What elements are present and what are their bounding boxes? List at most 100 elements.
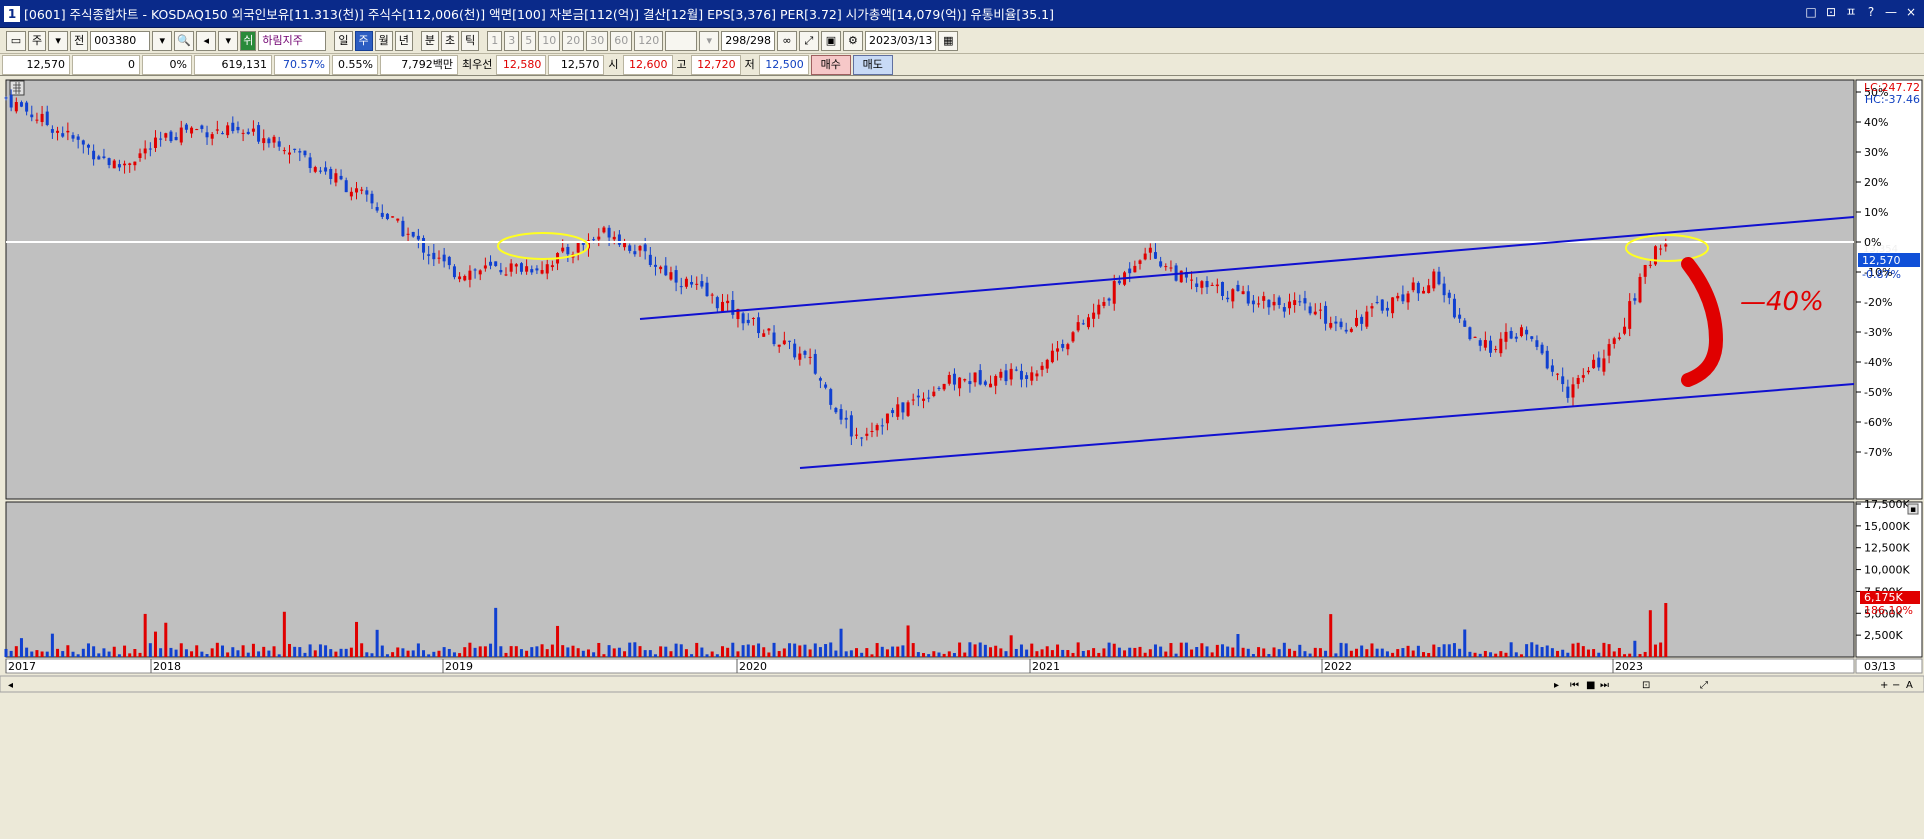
- app-icon[interactable]: 1: [4, 5, 20, 22]
- pin-icon[interactable]: ㅍ: [1844, 5, 1858, 19]
- search-icon[interactable]: 🔍: [174, 30, 195, 51]
- minute-120[interactable]: 120: [634, 30, 664, 51]
- volume-bar: [664, 646, 668, 657]
- open-label: 시: [608, 57, 619, 71]
- save-icon[interactable]: ▣: [820, 30, 841, 51]
- zoom-area-icon[interactable]: ⊡: [1642, 680, 1650, 691]
- minute-5[interactable]: 5: [521, 30, 537, 51]
- best-quote-label: 최우선: [462, 57, 493, 71]
- main-toolbar: ▭ 주 ▾ 전 003380 ▾ 🔍 ◂ ▾ 쉬 하림지주 일 주 월 년 분 …: [0, 28, 1924, 54]
- candle-body: [483, 265, 487, 269]
- zoom-out-icon[interactable]: −: [1892, 680, 1900, 691]
- tile-icon[interactable]: ⊡: [1824, 5, 1838, 19]
- chart-type-icon[interactable]: ▭: [6, 30, 26, 51]
- candle-body: [1411, 282, 1415, 291]
- volume-bar: [71, 651, 75, 657]
- help-icon[interactable]: ?: [1864, 5, 1878, 19]
- candle-body: [519, 263, 523, 272]
- candle-body: [257, 125, 261, 142]
- period-week[interactable]: 주: [354, 30, 373, 51]
- chevron-down-icon[interactable]: ▾: [48, 30, 69, 51]
- mode-select[interactable]: 주: [28, 30, 47, 51]
- zoom-in-icon[interactable]: +: [1880, 680, 1888, 691]
- font-size-icon[interactable]: A: [1906, 680, 1913, 691]
- step-forward-icon[interactable]: ⏭: [1600, 680, 1609, 691]
- speaker-icon[interactable]: ◂: [196, 30, 217, 51]
- stock-name-field[interactable]: 하림지주: [258, 30, 327, 51]
- volume-bar: [427, 654, 431, 657]
- volume-bar: [1519, 654, 1523, 657]
- code-dropdown-icon[interactable]: ▾: [152, 30, 173, 51]
- volume-bar: [767, 652, 771, 657]
- candle-body: [880, 425, 884, 427]
- draw-tools-icon[interactable]: ⤢: [1700, 680, 1708, 691]
- restore-icon[interactable]: □: [1804, 5, 1818, 19]
- minute-3[interactable]: 3: [504, 30, 520, 51]
- candle-body: [885, 413, 889, 424]
- buy-button[interactable]: 매수: [810, 54, 851, 75]
- volume-bar: [844, 651, 848, 657]
- stock-code-input[interactable]: 003380: [90, 30, 151, 51]
- bottom-scroll-bar[interactable]: [0, 675, 1924, 693]
- candle-body: [540, 270, 544, 274]
- scroll-left-icon[interactable]: ◂: [8, 680, 13, 691]
- period-day[interactable]: 일: [334, 30, 353, 51]
- volume-bar: [1411, 650, 1415, 657]
- candle-body: [1653, 246, 1657, 265]
- chart-area[interactable]: —40% 13,354 50% 40% 30% 20% 10% 0% -10% -20% -30…: [0, 78, 1924, 836]
- stock-chart-svg[interactable]: —40% 13,354 50%40%30%20%10%0%-10%-20%-30…: [0, 78, 1924, 836]
- link-icon[interactable]: ∞: [776, 30, 797, 51]
- candle-body: [349, 191, 353, 197]
- minute-1[interactable]: 1: [487, 30, 503, 51]
- crosshair-icon[interactable]: ⤢: [798, 30, 819, 51]
- volume-bar: [123, 645, 127, 657]
- data-count[interactable]: 298/298: [721, 30, 775, 51]
- close-icon[interactable]: ×: [1904, 5, 1918, 19]
- volume-bar: [1138, 646, 1142, 657]
- step-back-icon[interactable]: ⏮: [1570, 680, 1579, 691]
- candle-body: [1643, 265, 1647, 277]
- candle-body: [710, 294, 714, 296]
- custom-interval-input[interactable]: [665, 30, 698, 51]
- volume-bar: [112, 646, 116, 657]
- volume-bar: [932, 651, 936, 657]
- minute-10[interactable]: 10: [538, 30, 561, 51]
- interval-minute[interactable]: 분: [420, 30, 439, 51]
- calendar-icon[interactable]: ▦: [938, 30, 959, 51]
- scope-select[interactable]: 전: [70, 30, 89, 51]
- price-tick-label: -50%: [1864, 386, 1892, 399]
- scroll-start-icon[interactable]: ▸: [1554, 680, 1559, 691]
- candle-body: [1380, 299, 1384, 311]
- minute-60[interactable]: 60: [610, 30, 633, 51]
- candle-body: [1071, 332, 1075, 342]
- trade-amount: 7,792백만: [380, 54, 458, 75]
- list-dropdown-icon[interactable]: ▾: [218, 30, 239, 51]
- candle-body: [205, 132, 209, 138]
- gear-icon[interactable]: ⚙: [842, 30, 863, 51]
- interval-tick[interactable]: 틱: [461, 30, 480, 51]
- candle-body: [545, 264, 549, 274]
- minute-30[interactable]: 30: [586, 30, 609, 51]
- candle-body: [602, 227, 606, 233]
- interval-second[interactable]: 초: [441, 30, 460, 51]
- period-year[interactable]: 년: [394, 30, 413, 51]
- candle-body: [1416, 282, 1420, 294]
- candle-body: [1025, 375, 1029, 380]
- candle-body: [1262, 296, 1266, 301]
- minimize-icon[interactable]: —: [1884, 5, 1898, 19]
- candle-body: [597, 236, 601, 240]
- candle-body: [277, 141, 281, 147]
- date-input[interactable]: 2023/03/13: [864, 30, 937, 51]
- volume-bar: [195, 645, 199, 657]
- interval-dropdown-icon[interactable]: ▾: [699, 30, 720, 51]
- volume-bar: [1066, 650, 1070, 657]
- sell-button[interactable]: 매도: [852, 54, 893, 75]
- period-month[interactable]: 월: [374, 30, 393, 51]
- price-panel[interactable]: [5, 79, 1855, 500]
- volume-bar: [1633, 640, 1637, 657]
- volume-bar: [911, 643, 915, 657]
- candle-body: [452, 266, 456, 278]
- minute-20[interactable]: 20: [562, 30, 585, 51]
- stop-icon[interactable]: ■: [1586, 680, 1595, 691]
- volume-bar: [1303, 651, 1307, 657]
